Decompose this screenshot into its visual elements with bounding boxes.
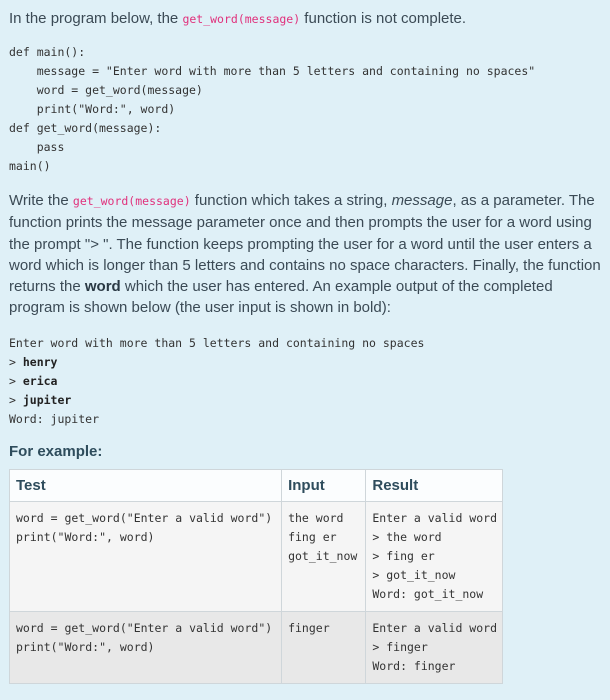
- sample-prompt: >: [9, 373, 23, 388]
- table-header-row: Test Input Result: [9, 469, 503, 502]
- input-text: the word fing er got_it_now: [288, 510, 358, 563]
- cell-result: Enter a valid word > the word > fing er …: [365, 501, 503, 612]
- test-code: word = get_word("Enter a valid word") pr…: [16, 620, 273, 654]
- desc-emphasis: message: [391, 192, 453, 209]
- test-code: word = get_word("Enter a valid word") pr…: [16, 510, 273, 544]
- desc-part1: Write the: [9, 192, 73, 209]
- table-row: word = get_word("Enter a valid word") pr…: [9, 501, 503, 612]
- cell-test: word = get_word("Enter a valid word") pr…: [9, 501, 283, 612]
- desc-bold: word: [84, 278, 121, 296]
- inline-code-function: get_word(message): [72, 194, 191, 208]
- sample-last-line: Word: jupiter: [9, 411, 100, 426]
- sample-prompt: >: [9, 354, 23, 369]
- sample-input: jupiter: [22, 392, 72, 407]
- sample-prompt: >: [9, 392, 23, 407]
- cell-test: word = get_word("Enter a valid word") pr…: [9, 611, 283, 684]
- intro-before: In the program below, the: [9, 10, 183, 27]
- examples-table: Test Input Result word = get_word("Enter…: [9, 468, 503, 684]
- result-text: Enter a valid word > the word > fing er …: [372, 510, 497, 601]
- program-code-block: def main(): message = "Enter word with m…: [9, 45, 536, 173]
- header-result: Result: [365, 469, 503, 502]
- sample-first-line: Enter word with more than 5 letters and …: [9, 335, 425, 350]
- header-input: Input: [281, 469, 367, 502]
- sample-input: henry: [22, 354, 58, 369]
- intro-after: function is not complete.: [300, 10, 467, 27]
- result-text: Enter a valid word > finger Word: finger: [372, 620, 497, 673]
- example-heading: For example:: [9, 442, 103, 460]
- sample-output-block: Enter word with more than 5 letters and …: [9, 334, 601, 429]
- sample-input: erica: [22, 373, 58, 388]
- cell-result: Enter a valid word > finger Word: finger: [365, 611, 503, 684]
- table-row: word = get_word("Enter a valid word") pr…: [9, 611, 503, 684]
- inline-code-function: get_word(message): [182, 12, 301, 26]
- question-page: In the program below, the get_word(messa…: [0, 0, 610, 684]
- cell-input: finger: [281, 611, 367, 684]
- intro-text: In the program below, the get_word(messa…: [9, 8, 601, 30]
- cell-input: the word fing er got_it_now: [281, 501, 367, 612]
- header-test: Test: [9, 469, 283, 502]
- desc-part2: function which takes a string,: [190, 192, 392, 209]
- input-text: finger: [288, 620, 330, 635]
- description-text: Write the get_word(message) function whi…: [9, 190, 601, 319]
